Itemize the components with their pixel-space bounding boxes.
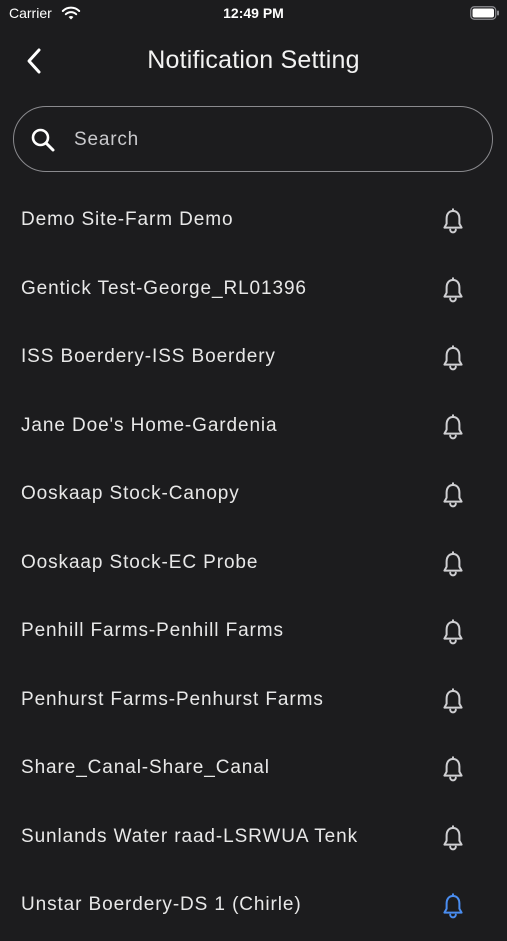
site-name: Jane Doe's Home-Gardenia bbox=[21, 414, 278, 436]
site-list-item[interactable]: Share_Canal-Share_Canal bbox=[0, 735, 507, 804]
search-input[interactable] bbox=[72, 121, 476, 159]
status-time: 12:49 PM bbox=[223, 5, 284, 21]
site-name: ISS Boerdery-ISS Boerdery bbox=[21, 346, 276, 367]
site-name: Penhurst Farms-Penhurst Farms bbox=[21, 688, 324, 710]
bell-icon[interactable] bbox=[440, 345, 466, 371]
bell-icon[interactable] bbox=[440, 824, 466, 851]
site-name: Gentick Test-George_RL01396 bbox=[21, 277, 307, 299]
site-list: Demo Site-Farm Demo Gentick Test-George_… bbox=[0, 187, 507, 941]
search-icon bbox=[30, 127, 56, 153]
search-bar[interactable] bbox=[13, 106, 493, 172]
site-list-item[interactable]: Ooskaap Stock-Canopy bbox=[0, 461, 507, 530]
bell-icon[interactable] bbox=[440, 756, 466, 782]
battery-icon bbox=[470, 6, 500, 20]
bell-icon[interactable] bbox=[440, 276, 466, 303]
site-list-item[interactable]: Demo Site-Farm Demo bbox=[0, 187, 507, 256]
page-title: Notification Setting bbox=[147, 46, 360, 74]
bell-icon[interactable] bbox=[440, 208, 466, 234]
bell-icon[interactable] bbox=[440, 550, 466, 577]
site-name: Ooskaap Stock-EC Probe bbox=[21, 551, 259, 573]
site-list-item[interactable]: Penhurst Farms-Penhurst Farms bbox=[0, 667, 507, 736]
site-list-item[interactable]: Gentick Test-George_RL01396 bbox=[0, 256, 507, 325]
bell-icon[interactable] bbox=[440, 482, 466, 508]
site-name: Sunlands Water raad-LSRWUA Tenk bbox=[21, 825, 358, 847]
site-list-item[interactable]: Jane Doe's Home-Gardenia bbox=[0, 393, 507, 462]
bell-active-icon[interactable] bbox=[440, 893, 466, 919]
site-list-item[interactable]: Penhill Farms-Penhill Farms bbox=[0, 598, 507, 667]
site-name: Share_Canal-Share_Canal bbox=[21, 757, 270, 778]
site-name: Demo Site-Farm Demo bbox=[21, 209, 234, 230]
site-list-item[interactable]: Unstar Boerdery-DS 1 (Chirle) bbox=[0, 872, 507, 941]
site-name: Penhill Farms-Penhill Farms bbox=[21, 620, 284, 641]
status-bar: Carrier 12:49 PM bbox=[0, 0, 507, 28]
site-list-item[interactable]: Ooskaap Stock-EC Probe bbox=[0, 530, 507, 599]
bell-icon[interactable] bbox=[440, 687, 466, 714]
navigation-bar: Notification Setting bbox=[0, 36, 507, 86]
site-name: Unstar Boerdery-DS 1 (Chirle) bbox=[21, 894, 302, 915]
site-name: Ooskaap Stock-Canopy bbox=[21, 483, 240, 504]
bell-icon[interactable] bbox=[440, 619, 466, 645]
bell-icon[interactable] bbox=[440, 413, 466, 440]
site-list-item[interactable]: Sunlands Water raad-LSRWUA Tenk bbox=[0, 804, 507, 873]
site-list-item[interactable]: ISS Boerdery-ISS Boerdery bbox=[0, 324, 507, 393]
